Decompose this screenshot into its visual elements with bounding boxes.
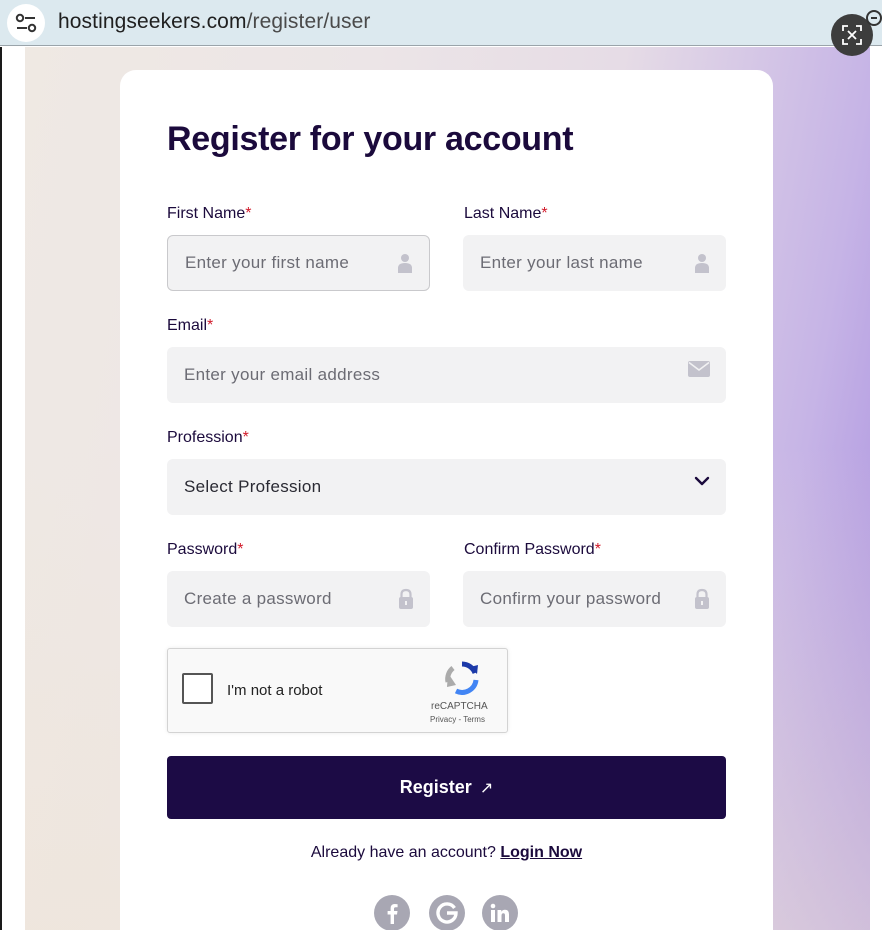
google-button[interactable] (429, 895, 465, 930)
linkedin-button[interactable] (482, 895, 518, 930)
last-name-field[interactable] (463, 235, 726, 291)
first-name-field[interactable] (167, 235, 430, 291)
page-viewport: Register for your account First Name* La… (0, 47, 882, 930)
window-edge (0, 47, 2, 930)
register-button-label: Register (399, 777, 472, 797)
register-button[interactable]: Register ↗ (167, 756, 726, 819)
recaptcha-widget: I'm not a robot reCAPTCHA Privacy - Term… (167, 648, 508, 733)
facebook-button[interactable] (374, 895, 410, 930)
lock-icon (398, 588, 414, 610)
facebook-icon (387, 904, 398, 924)
profession-selected-value: Select Profession (184, 477, 322, 496)
linkedin-icon (490, 903, 509, 922)
email-field[interactable] (167, 347, 726, 403)
email-input[interactable] (167, 347, 726, 403)
confirm-password-label: Confirm Password* (464, 541, 601, 558)
email-label: Email* (167, 317, 214, 334)
arrow-up-right-icon: ↗ (479, 779, 494, 797)
chevron-down-icon (694, 476, 710, 486)
envelope-icon (688, 361, 710, 377)
last-name-input[interactable] (463, 235, 726, 291)
password-field[interactable] (167, 571, 430, 627)
url-text[interactable]: hostingseekers.com/register/user (58, 10, 371, 34)
password-label: Password* (167, 541, 244, 558)
address-bar: hostingseekers.com/register/user (0, 0, 882, 46)
tune-icon (15, 13, 37, 33)
page-title: Register for your account (167, 120, 574, 158)
google-icon (436, 902, 458, 924)
lock-icon (694, 588, 710, 610)
profession-label: Profession* (167, 429, 249, 446)
login-now-link[interactable]: Login Now (500, 844, 582, 861)
recaptcha-checkbox[interactable] (182, 673, 213, 704)
register-card: Register for your account First Name* La… (120, 70, 773, 930)
recaptcha-links[interactable]: Privacy - Terms (430, 715, 485, 724)
confirm-password-field[interactable] (463, 571, 726, 627)
login-prompt: Already have an account? Login Now (120, 844, 773, 862)
login-prompt-text: Already have an account? (310, 844, 496, 861)
recaptcha-label: I'm not a robot (227, 682, 323, 699)
recaptcha-brand: reCAPTCHA (431, 701, 488, 712)
google-lens-icon (842, 25, 862, 45)
site-info-button[interactable] (7, 4, 45, 42)
user-icon (397, 253, 413, 273)
close-badge-icon[interactable] (866, 10, 882, 26)
last-name-label: Last Name* (464, 205, 548, 222)
confirm-password-input[interactable] (463, 571, 726, 627)
first-name-label: First Name* (167, 205, 252, 222)
url-domain: hostingseekers.com (58, 10, 247, 33)
first-name-input[interactable] (168, 236, 429, 290)
url-path: /register/user (246, 10, 371, 33)
user-icon (694, 253, 710, 273)
profession-select[interactable]: Select Profession (167, 459, 726, 515)
recaptcha-icon (444, 661, 480, 700)
password-input[interactable] (167, 571, 430, 627)
